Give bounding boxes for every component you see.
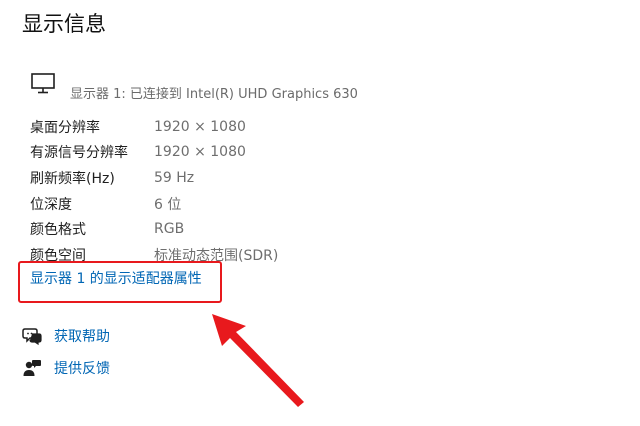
get-help-label: 获取帮助 (54, 329, 110, 345)
display-info-page: 显示信息 显示器 1: 已连接到 Intel(R) UHD Graphics 6… (0, 0, 640, 426)
property-label: 桌面分辨率 (30, 119, 100, 136)
property-row-color-space: 颜色空间 标准动态范围(SDR) (30, 242, 278, 268)
property-row-desktop-resolution: 桌面分辨率 1920 × 1080 (30, 114, 278, 140)
monitor-icon (31, 73, 55, 94)
display-properties-list: 桌面分辨率 1920 × 1080 有源信号分辨率 1920 × 1080 刷新… (30, 114, 278, 268)
adapter-properties-link[interactable]: 显示器 1 的显示适配器属性 (30, 269, 202, 289)
property-row-color-format: 颜色格式 RGB (30, 216, 278, 242)
page-title: 显示信息 (22, 12, 106, 36)
property-label: 刷新频率(Hz) (30, 170, 115, 187)
give-feedback-label: 提供反馈 (54, 361, 110, 377)
property-label: 颜色格式 (30, 222, 86, 239)
chat-help-icon (22, 328, 42, 346)
property-value: 标准动态范围(SDR) (154, 247, 279, 264)
property-label: 颜色空间 (30, 247, 86, 264)
display-connection-label: 显示器 1: 已连接到 Intel(R) UHD Graphics 630 (70, 87, 358, 102)
property-value: 59 Hz (154, 169, 195, 186)
property-value: 6 位 (154, 196, 182, 213)
property-row-refresh-rate: 刷新频率(Hz) 59 Hz (30, 165, 278, 191)
get-help-link[interactable]: 获取帮助 (22, 326, 110, 346)
property-value: 1920 × 1080 (154, 144, 246, 161)
property-value: 1920 × 1080 (154, 118, 246, 135)
property-row-active-signal-resolution: 有源信号分辨率 1920 × 1080 (30, 140, 278, 166)
property-row-bit-depth: 位深度 6 位 (30, 191, 278, 217)
feedback-person-icon (23, 360, 41, 376)
property-label: 有源信号分辨率 (30, 145, 128, 162)
property-label: 位深度 (30, 196, 72, 213)
property-value: RGB (154, 221, 185, 238)
give-feedback-link[interactable]: 提供反馈 (22, 358, 110, 378)
